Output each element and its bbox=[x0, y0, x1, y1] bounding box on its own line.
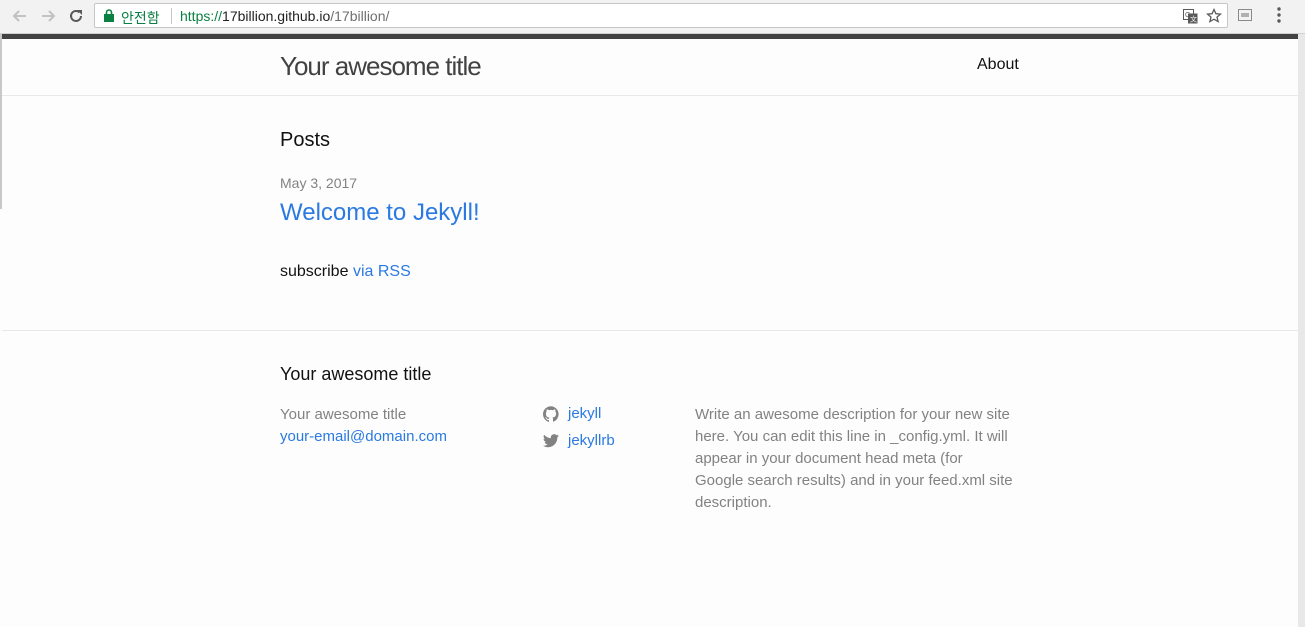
star-icon bbox=[1206, 8, 1222, 23]
footer-heading: Your awesome title bbox=[280, 364, 432, 384]
secure-label: 안전함 bbox=[121, 10, 160, 26]
back-button[interactable] bbox=[9, 5, 31, 27]
url-scheme: https:// bbox=[180, 8, 223, 24]
url-text[interactable]: https://17billion.github.io/17billion/ bbox=[180, 8, 389, 24]
bookmark-button[interactable] bbox=[1205, 7, 1223, 25]
url-path: /17billion/ bbox=[330, 8, 390, 24]
browser-toolbar: 안전함 https://17billion.github.io/17billio… bbox=[0, 0, 1305, 34]
footer-description: Write an awesome description for your ne… bbox=[695, 406, 1013, 511]
footer-email-link[interactable]: your-email@domain.com bbox=[280, 428, 447, 445]
subscribe-line: subscribe via RSS bbox=[280, 263, 411, 281]
post-date: May 3, 2017 bbox=[280, 175, 358, 191]
twitter-social-item: jekyllrb bbox=[543, 432, 615, 449]
forward-button[interactable] bbox=[37, 5, 59, 27]
url-host: 17billion.github.io bbox=[222, 8, 331, 24]
header-divider bbox=[2, 95, 1298, 96]
reload-button[interactable] bbox=[65, 5, 87, 27]
window-left-edge bbox=[0, 34, 2, 209]
translate-button[interactable]: G文 bbox=[1181, 7, 1199, 25]
github-icon bbox=[543, 405, 559, 422]
svg-text:文: 文 bbox=[1190, 14, 1197, 23]
subscribe-text: subscribe bbox=[280, 263, 349, 280]
reload-icon bbox=[70, 9, 82, 22]
scrollbar[interactable] bbox=[1298, 34, 1305, 627]
github-social-item: jekyll bbox=[543, 405, 601, 422]
twitter-link[interactable]: jekyllrb bbox=[568, 432, 615, 449]
nav-about-link[interactable]: About bbox=[977, 56, 1019, 74]
rss-link[interactable]: via RSS bbox=[353, 263, 411, 280]
kebab-menu-icon[interactable] bbox=[1271, 6, 1287, 24]
address-bar[interactable]: 안전함 https://17billion.github.io/17billio… bbox=[94, 3, 1228, 28]
omnibox-separator bbox=[171, 8, 172, 24]
lock-icon bbox=[104, 9, 114, 22]
footer-contact: Your awesome title your-email@domain.com bbox=[280, 404, 447, 448]
footer-site-name: Your awesome title bbox=[280, 406, 407, 423]
forward-arrow-icon bbox=[42, 10, 56, 22]
translate-icon: G文 bbox=[1182, 8, 1197, 23]
twitter-icon bbox=[543, 433, 559, 447]
posts-heading: Posts bbox=[280, 129, 331, 151]
back-arrow-icon bbox=[12, 10, 26, 22]
extension-icon[interactable] bbox=[1238, 9, 1252, 21]
site-title-link[interactable]: Your awesome title bbox=[280, 51, 482, 82]
github-link[interactable]: jekyll bbox=[568, 405, 601, 422]
footer-divider bbox=[2, 330, 1298, 331]
post-title-link[interactable]: Welcome to Jekyll! bbox=[280, 199, 480, 227]
site-header-accent-bar bbox=[2, 34, 1298, 39]
